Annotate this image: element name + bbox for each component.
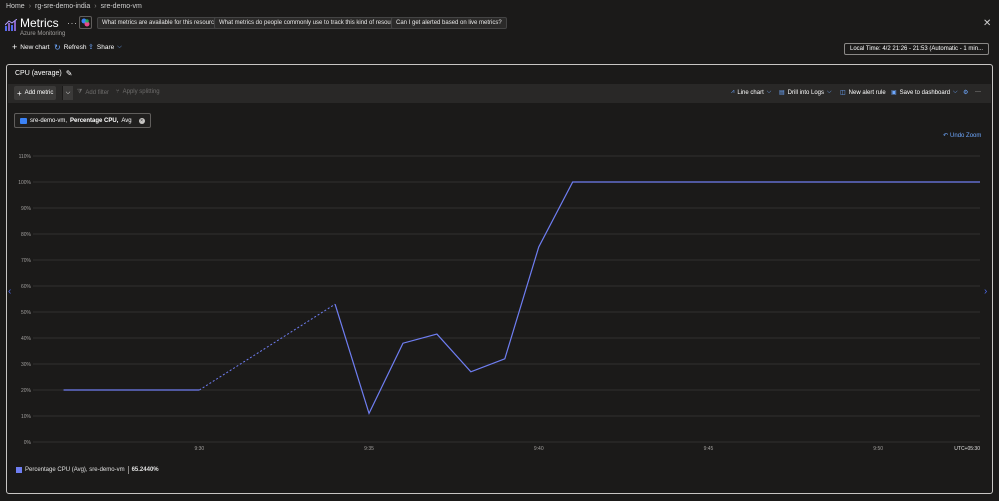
x-tick-label: 9:40 — [534, 446, 544, 452]
breadcrumb-resource-group[interactable]: rg-sre-demo-india — [35, 3, 90, 10]
more-options-button[interactable]: ··· — [67, 18, 78, 28]
page-title: Metrics — [20, 16, 59, 30]
breadcrumb-home[interactable]: Home — [6, 3, 25, 10]
time-range-picker[interactable]: Local Time: 4/2 21:26 - 21:53 (Automatic… — [844, 43, 990, 55]
refresh-button[interactable]: ↻ Refresh — [54, 43, 87, 52]
share-button[interactable]: ⇪ Share ⌵ — [88, 44, 122, 51]
chevron-right-icon[interactable]: › — [984, 286, 987, 297]
metrics-icon — [5, 19, 17, 31]
breadcrumb-vm[interactable]: sre-demo-vm — [101, 3, 142, 10]
new-chart-button[interactable]: + New chart — [12, 42, 50, 52]
copilot-logo-icon — [81, 18, 90, 27]
page-header: Metrics Azure Monitoring ··· What metric… — [0, 13, 999, 41]
y-tick-label: 100% — [18, 180, 31, 186]
suggestion-live-alerts[interactable]: Can I get alerted based on live metrics? — [391, 17, 507, 29]
refresh-icon: ↻ — [54, 43, 61, 52]
y-tick-label: 40% — [21, 336, 32, 342]
legend-label: Percentage CPU (Avg), sre-demo-vm — [25, 467, 125, 473]
chart-legend[interactable]: Percentage CPU (Avg), sre-demo-vm 65.244… — [16, 466, 159, 474]
chevron-down-icon: ⌵ — [117, 44, 122, 50]
breadcrumb: Home › rg-sre-demo-india › sre-demo-vm — [0, 0, 999, 13]
page-subtitle: Azure Monitoring — [20, 31, 66, 37]
y-tick-label: 0% — [24, 440, 32, 446]
chevron-left-icon[interactable]: ‹ — [8, 286, 11, 297]
refresh-label: Refresh — [63, 44, 87, 51]
chart-panel: CPU (average) ✎ + Add metric ⌵ ⧩ Add fil… — [6, 64, 993, 494]
x-tick-label: 9:50 — [873, 446, 883, 452]
y-tick-label: 70% — [21, 258, 32, 264]
share-icon: ⇪ — [88, 44, 94, 51]
y-tick-label: 20% — [21, 388, 32, 394]
legend-value: 65.2440% — [131, 467, 159, 473]
legend-swatch — [16, 467, 22, 473]
y-tick-label: 60% — [21, 284, 32, 290]
share-label: Share — [96, 44, 115, 51]
series-gap-line — [199, 303, 336, 391]
x-tick-label: 9:30 — [194, 446, 204, 452]
y-tick-label: 50% — [21, 310, 32, 316]
y-tick-label: 10% — [21, 414, 32, 420]
y-tick-label: 30% — [21, 362, 32, 368]
new-chart-label: New chart — [20, 44, 50, 51]
x-tick-label: 9:35 — [364, 446, 374, 452]
plus-icon: + — [12, 42, 18, 52]
y-tick-label: 110% — [19, 154, 32, 160]
breadcrumb-separator: › — [94, 3, 97, 10]
copilot-icon[interactable] — [79, 16, 92, 29]
series-line — [334, 181, 980, 416]
y-tick-label: 90% — [21, 206, 32, 212]
x-tick-label: 9:45 — [704, 446, 714, 452]
y-tick-label: 80% — [21, 232, 32, 238]
breadcrumb-separator: › — [28, 3, 32, 10]
suggestion-metrics-available[interactable]: What metrics are available for this reso… — [97, 17, 226, 29]
close-icon[interactable]: ✕ — [983, 18, 991, 29]
suggestion-common-metrics[interactable]: What metrics do people commonly use to t… — [214, 17, 408, 29]
legend-divider — [127, 466, 129, 474]
cpu-line-chart[interactable]: 0% 10% 20% 30% 40% 50% 60% 70% 80% 90% 100% 110% 9:3… — [7, 65, 992, 493]
timezone-label: UTC+05:30 — [954, 446, 980, 452]
